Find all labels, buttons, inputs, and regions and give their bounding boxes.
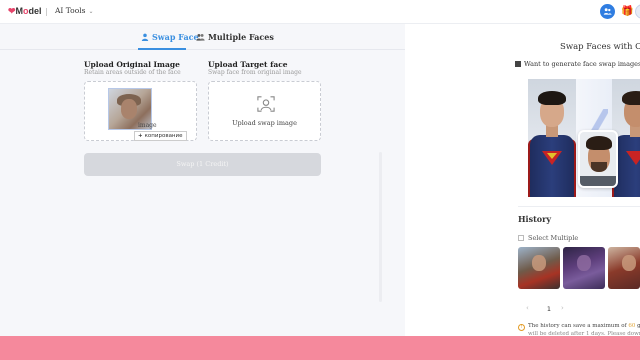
swap-button[interactable]: Swap (1 Credit) (84, 153, 321, 176)
batch-promo[interactable]: Want to generate face swap images in bat… (515, 60, 640, 68)
history-title: History (518, 214, 551, 224)
heart-icon: ❤ (8, 6, 16, 16)
upload-swap-image-label: Upload swap image (232, 119, 297, 127)
page-number[interactable]: 1 (543, 303, 555, 315)
tab-swap-face[interactable]: Swap Face (141, 32, 199, 43)
example-target-face (578, 130, 618, 188)
active-tab-indicator (138, 48, 186, 50)
plus-icon: + (138, 133, 143, 139)
upload-target-title: Upload Target face (208, 60, 288, 69)
chevron-right-icon[interactable]: › (561, 304, 564, 312)
swap-panel: Swap Face Multiple Faces Upload Original… (0, 24, 405, 336)
history-thumbnail[interactable] (608, 247, 640, 289)
history-pagination: ‹ 1 › (518, 304, 640, 316)
face-scan-icon (257, 96, 275, 112)
target-face-dropzone[interactable]: Upload swap image (208, 81, 321, 141)
users-icon[interactable] (600, 4, 615, 19)
tab-multiple-faces[interactable]: Multiple Faces (196, 32, 274, 43)
logo[interactable]: ❤Model (8, 6, 42, 17)
gift-icon[interactable]: 🎁 (620, 4, 635, 19)
history-thumbnail[interactable] (563, 247, 605, 289)
info-icon: ! (518, 324, 525, 331)
checkbox-icon (518, 235, 524, 241)
left-panel-scrollbar[interactable] (379, 152, 382, 302)
history-thumbnail[interactable] (518, 247, 560, 289)
upload-original-subtitle: Retain areas outside of the face (84, 69, 181, 76)
avatar[interactable] (635, 4, 640, 19)
tab-bar: Swap Face Multiple Faces (0, 24, 405, 50)
right-panel: Swap Faces with One C Want to generate f… (405, 24, 640, 337)
bottom-banner (0, 336, 640, 360)
section-divider (518, 206, 640, 207)
dropzone-image-label: image (138, 122, 157, 129)
batch-icon (515, 61, 521, 67)
select-multiple-checkbox[interactable]: Select Multiple (518, 234, 578, 242)
person-icon (141, 33, 149, 43)
ai-tools-label: AI Tools (55, 6, 86, 15)
history-limit-note: !The history can save a maximum of 60 ge… (518, 323, 640, 331)
right-panel-title: Swap Faces with One C (560, 42, 640, 52)
tab-multiple-faces-label: Multiple Faces (208, 32, 274, 42)
topbar-divider (46, 8, 47, 16)
tab-swap-face-label: Swap Face (152, 32, 199, 42)
people-icon (196, 33, 205, 43)
top-bar: ❤Model AI Tools ⌄ 🎁 (0, 0, 640, 24)
example-before-image (528, 79, 576, 197)
chevron-down-icon: ⌄ (88, 8, 94, 15)
ai-tools-menu[interactable]: AI Tools ⌄ (55, 6, 94, 15)
upload-original-title: Upload Original Image (84, 60, 180, 69)
chevron-left-icon[interactable]: ‹ (526, 304, 529, 312)
drag-copy-tooltip: + копирование (134, 131, 187, 141)
upload-target-subtitle: Swap face from original image (208, 69, 302, 76)
